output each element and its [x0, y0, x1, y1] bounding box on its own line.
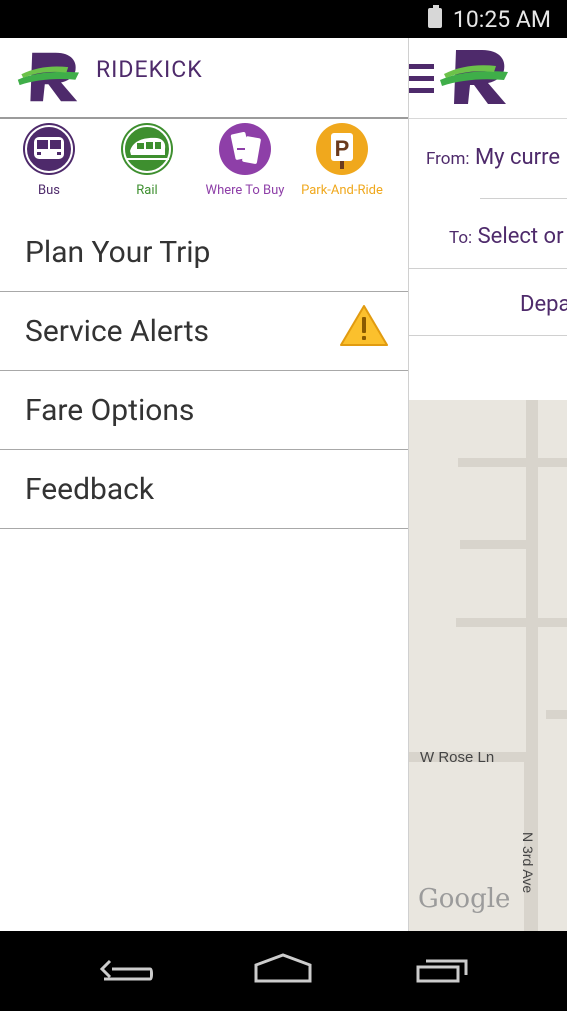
- drawer-header: RIDEKICK: [0, 38, 408, 119]
- from-field[interactable]: From: My curre: [426, 145, 567, 170]
- to-field[interactable]: To: Select or: [449, 224, 567, 249]
- street-label-w-rose-ln: W Rose Ln: [420, 749, 495, 766]
- system-nav-bar: [0, 931, 567, 1007]
- mode-bus[interactable]: Bus: [4, 123, 94, 198]
- warning-icon: [340, 305, 388, 346]
- ridekick-logo: [17, 52, 79, 102]
- map-view[interactable]: W Rose Ln N 3rd Ave Google: [408, 400, 567, 931]
- back-icon[interactable]: [99, 959, 153, 981]
- parking-icon: P: [316, 123, 368, 175]
- navigation-drawer: RIDEKICK Bus Rail Where To Buy P Park-An…: [0, 38, 409, 931]
- mode-park-and-ride[interactable]: P Park-And-Ride: [297, 123, 387, 198]
- transit-modes: Bus Rail Where To Buy P Park-And-Ride: [0, 119, 408, 213]
- depart-label: Depa: [520, 292, 567, 317]
- menu-item-label: Plan Your Trip: [25, 235, 211, 270]
- depart-selector[interactable]: Depa: [520, 292, 567, 317]
- mode-rail-label: Rail: [136, 183, 158, 198]
- app-window: From: My curre To: Select or Depa W Rose…: [0, 38, 567, 931]
- menu-item-feedback[interactable]: Feedback: [0, 450, 408, 529]
- google-attribution: Google: [418, 884, 511, 914]
- ridekick-logo: [440, 50, 508, 104]
- mode-where-to-buy[interactable]: Where To Buy: [200, 123, 290, 198]
- trip-planner: From: My curre To: Select or Depa W Rose…: [408, 38, 567, 931]
- mode-where-to-buy-label: Where To Buy: [205, 183, 285, 198]
- menu-item-service-alerts[interactable]: Service Alerts: [0, 292, 408, 371]
- menu-icon[interactable]: [408, 64, 436, 96]
- from-value: My curre: [474, 145, 561, 170]
- to-label: To:: [449, 228, 473, 248]
- mode-bus-label: Bus: [38, 183, 60, 198]
- to-value: Select or: [477, 224, 564, 249]
- ticket-icon: [219, 123, 271, 175]
- home-icon[interactable]: [254, 953, 312, 983]
- mode-rail[interactable]: Rail: [102, 123, 192, 198]
- app-brand: RIDEKICK: [96, 56, 203, 83]
- bus-icon: [23, 123, 75, 175]
- recents-icon[interactable]: [416, 959, 468, 983]
- status-time: 10:25 AM: [452, 6, 551, 33]
- status-bar: 10:25 AM: [0, 0, 567, 38]
- menu-item-plan-your-trip[interactable]: Plan Your Trip: [0, 213, 408, 292]
- battery-icon: [428, 5, 442, 28]
- menu-item-fare-options[interactable]: Fare Options: [0, 371, 408, 450]
- svg-text:P: P: [335, 136, 350, 161]
- menu-item-label: Feedback: [25, 472, 155, 507]
- menu-item-label: Fare Options: [25, 393, 195, 428]
- from-label: From:: [426, 149, 470, 169]
- map-roads: [408, 400, 567, 931]
- street-label-n-3rd-ave: N 3rd Ave: [520, 832, 536, 894]
- app-header: [408, 38, 567, 119]
- mode-park-and-ride-label: Park-And-Ride: [301, 183, 383, 198]
- rail-icon: [121, 123, 173, 175]
- menu-item-label: Service Alerts: [25, 314, 209, 349]
